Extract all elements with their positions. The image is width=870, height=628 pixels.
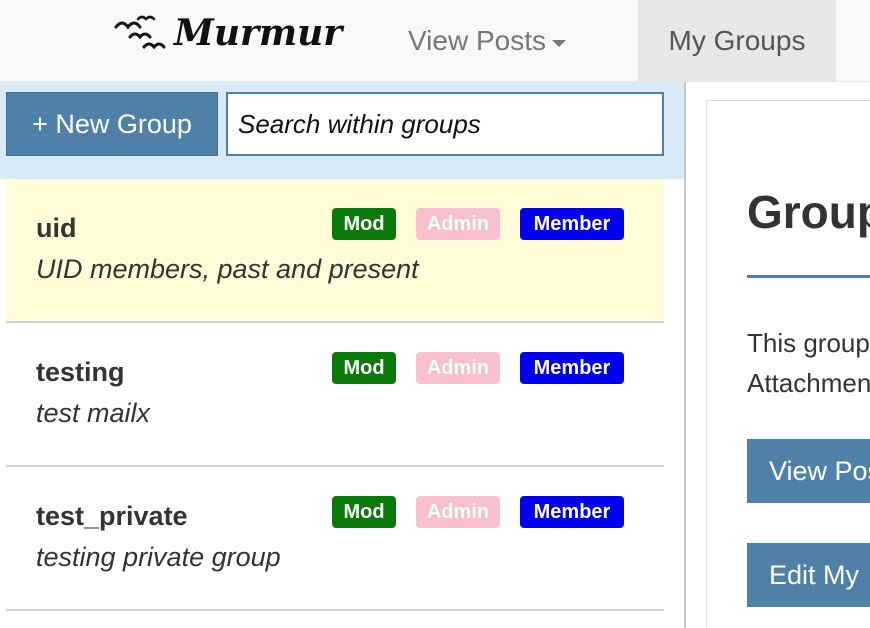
search-groups-input[interactable] (226, 92, 664, 156)
group-description: test mailx (36, 398, 151, 428)
mod-badge: Mod (332, 208, 396, 240)
admin-badge: Admin (416, 496, 500, 528)
member-badge: Member (520, 496, 624, 528)
panel-divider (684, 82, 686, 628)
mod-badge: Mod (332, 496, 396, 528)
group-row-test-private[interactable]: test_private Mod Admin Member testing pr… (6, 467, 664, 611)
member-badge: Member (520, 208, 624, 240)
birds-icon (112, 13, 170, 53)
mod-badge: Mod (332, 352, 396, 384)
nav-my-groups[interactable]: My Groups (638, 0, 836, 82)
group-detail-panel: Group This group Attachments View Posts … (706, 100, 870, 628)
top-navbar: Murmur View Posts My Groups (0, 0, 870, 82)
detail-text-line: Attachments (747, 368, 870, 398)
detail-title: Group (747, 186, 870, 238)
edit-membership-button[interactable]: Edit My (747, 543, 870, 607)
admin-badge: Admin (416, 352, 500, 384)
nav-view-posts-dropdown[interactable]: View Posts (392, 0, 582, 82)
detail-text-line: This group (747, 328, 870, 358)
nav-view-posts-label: View Posts (408, 25, 546, 56)
detail-divider (747, 275, 870, 278)
member-badge: Member (520, 352, 624, 384)
group-description: UID members, past and present (36, 254, 419, 284)
group-row-uid[interactable]: uid Mod Admin Member UID members, past a… (6, 179, 664, 323)
group-description: testing private group (36, 542, 281, 572)
new-group-button[interactable]: + New Group (6, 92, 218, 156)
nav-my-groups-label: My Groups (668, 25, 806, 56)
caret-down-icon (552, 39, 566, 47)
view-posts-button[interactable]: View Posts (747, 439, 870, 503)
detail-description: This group Attachments (747, 323, 870, 403)
brand-logo[interactable]: Murmur (112, 8, 342, 58)
admin-badge: Admin (416, 208, 500, 240)
group-name: uid (36, 213, 77, 243)
group-row-testing[interactable]: testing Mod Admin Member test mailx (6, 323, 664, 467)
group-list: uid Mod Admin Member UID members, past a… (6, 179, 664, 611)
group-name: test_private (36, 501, 188, 531)
groups-toolbar: + New Group (0, 82, 684, 179)
group-name: testing (36, 357, 125, 387)
brand-name: Murmur (174, 12, 343, 54)
